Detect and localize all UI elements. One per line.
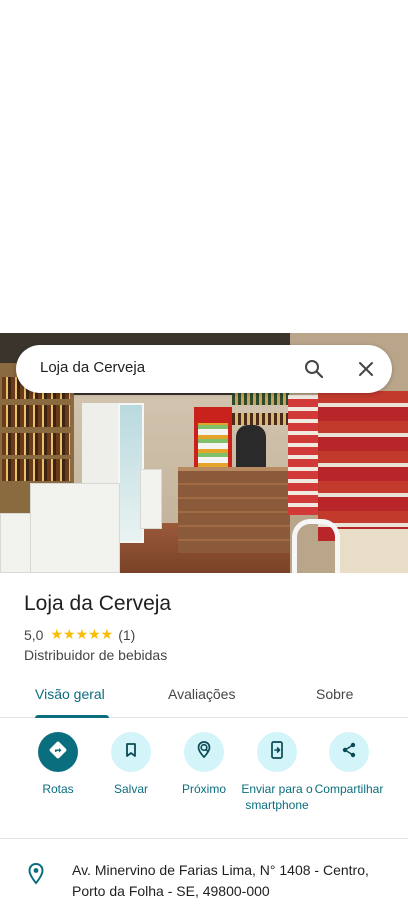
address-line-1: Av. Minervino de Farias Lima, N° 1408 - …	[72, 862, 369, 878]
share-icon	[340, 741, 358, 764]
place-title: Loja da Cerveja	[24, 592, 172, 615]
rating-value: 5,0	[24, 626, 44, 643]
search-bar[interactable]: Loja da Cerveja	[16, 345, 392, 393]
nearby-label: Próximo	[181, 782, 226, 796]
blank-map-area	[0, 0, 408, 333]
save-button[interactable]: Salvar	[91, 732, 171, 797]
directions-button[interactable]: Rotas	[18, 732, 98, 797]
send-to-phone-icon	[268, 740, 286, 765]
search-query[interactable]: Loja da Cerveja	[40, 359, 145, 376]
directions-label: Rotas	[42, 782, 74, 796]
tab-reviews[interactable]: Avaliações	[168, 686, 235, 702]
search-icon[interactable]	[302, 357, 326, 381]
directions-icon	[48, 740, 68, 765]
share-label: Compartilhar	[314, 782, 384, 796]
save-label: Salvar	[113, 782, 148, 796]
review-count[interactable]: (1)	[118, 627, 135, 643]
share-button[interactable]: Compartilhar	[309, 732, 389, 797]
location-pin-icon	[26, 862, 46, 886]
tab-overview[interactable]: Visão geral	[35, 686, 105, 702]
star-rating-icon: ★★★★★	[50, 626, 114, 642]
place-category: Distribuidor de bebidas	[24, 647, 168, 663]
nearby-button[interactable]: Próximo	[164, 732, 244, 797]
rating-row[interactable]: 5,0 ★★★★★ (1)	[24, 626, 135, 643]
tab-about[interactable]: Sobre	[316, 686, 353, 702]
action-row: Rotas Salvar Próximo Enviar para o smart…	[0, 732, 408, 836]
tab-bar: Visão geral Avaliações Sobre	[0, 676, 408, 718]
address-line-2: Porto da Folha - SE, 49800-000	[72, 883, 270, 899]
close-icon[interactable]	[354, 357, 378, 381]
send-to-phone-label: Enviar para o smartphone	[241, 782, 313, 812]
active-tab-indicator	[35, 715, 109, 718]
bookmark-icon	[122, 741, 140, 764]
send-to-phone-button[interactable]: Enviar para o smartphone	[237, 732, 317, 813]
place-address[interactable]: Av. Minervino de Farias Lima, N° 1408 - …	[72, 860, 392, 902]
divider	[0, 838, 408, 839]
nearby-icon	[194, 740, 214, 765]
